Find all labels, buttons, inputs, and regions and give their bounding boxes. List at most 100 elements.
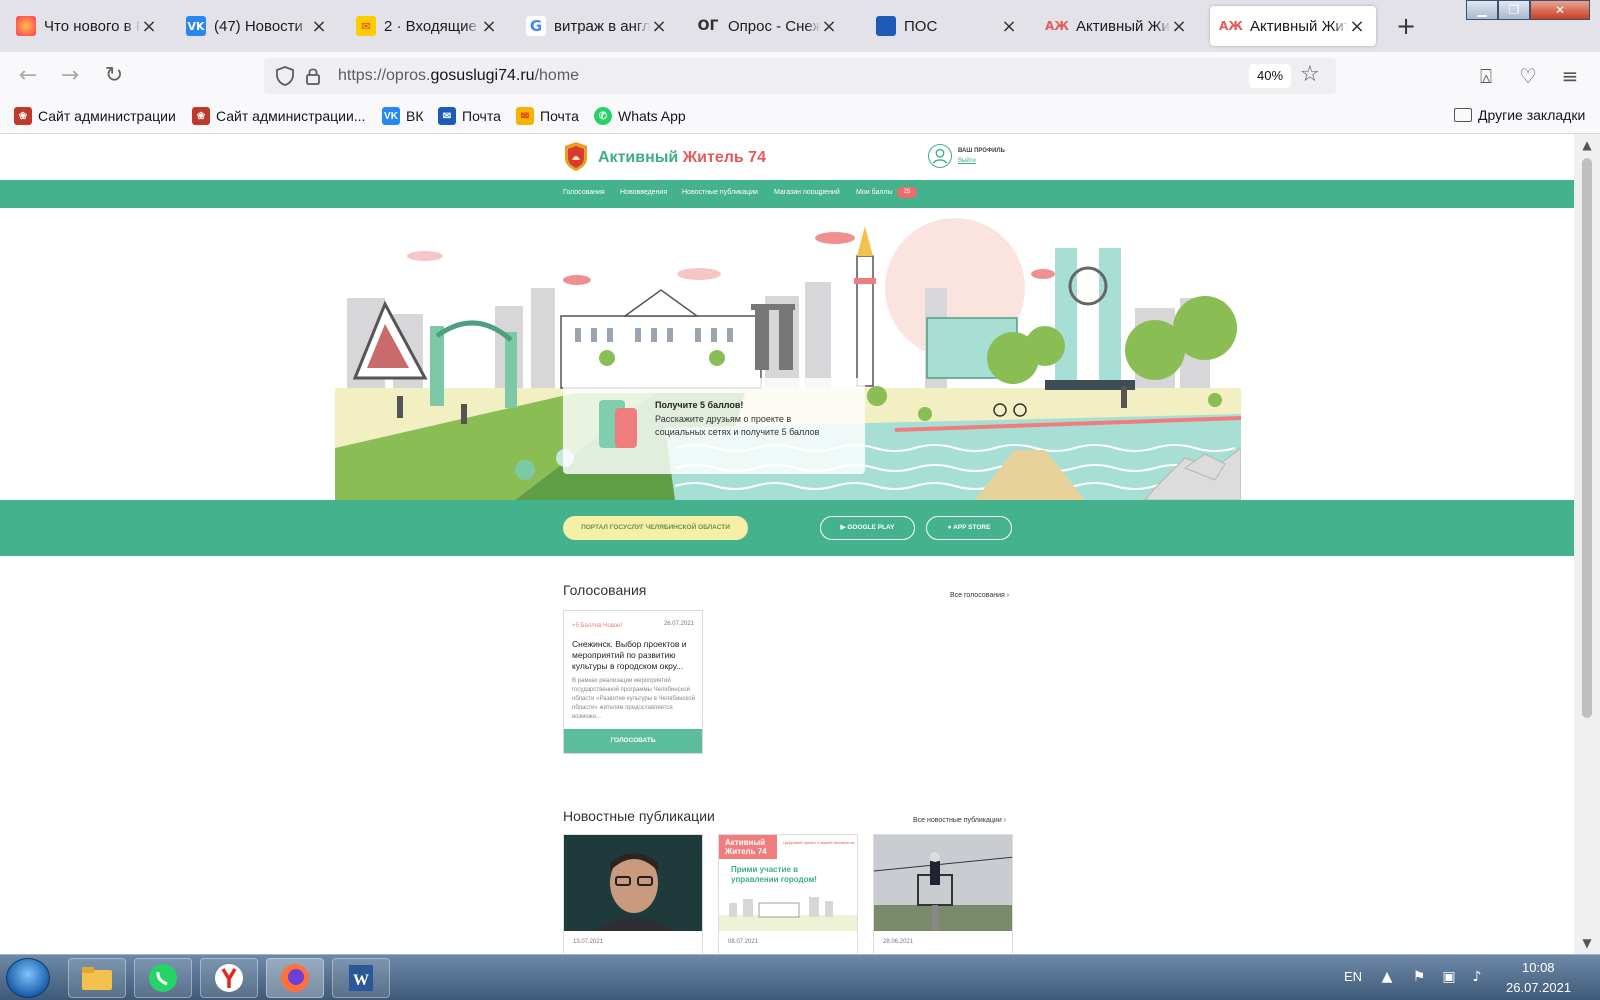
- tab-title: Активный Житель 74: [1076, 17, 1170, 35]
- taskbar-word[interactable]: W: [332, 958, 390, 998]
- close-window-button[interactable]: ✕: [1530, 0, 1590, 20]
- network-icon[interactable]: ▣: [1440, 969, 1458, 987]
- start-button[interactable]: [6, 958, 50, 998]
- phone-icon: [615, 408, 637, 448]
- zoom-level[interactable]: 40%: [1249, 64, 1291, 88]
- logout-link[interactable]: Выйти: [958, 158, 976, 164]
- tab-whats-new[interactable]: Что нового в Firefox ×: [6, 6, 168, 46]
- news-photo-lift: [874, 835, 1012, 931]
- google-play-button[interactable]: ▶ GOOGLE PLAY: [820, 516, 915, 540]
- vote-tag: +5 Баллов Новое!: [572, 623, 623, 629]
- back-button[interactable]: ←: [12, 60, 44, 92]
- shield-icon[interactable]: [274, 65, 296, 87]
- bookmark-vk[interactable]: VK ВК: [382, 107, 424, 125]
- action-center-flag-icon[interactable]: ⚑: [1410, 969, 1428, 987]
- taskbar-whatsapp[interactable]: [134, 958, 192, 998]
- close-icon[interactable]: ×: [1348, 16, 1366, 37]
- coat-of-arms-icon: ❀: [14, 107, 32, 125]
- coat-of-arms-icon: ❀: [192, 107, 210, 125]
- taskbar-yandex-browser[interactable]: [200, 958, 258, 998]
- promo-title: Получите 5 баллов!: [655, 400, 744, 410]
- word-icon: W: [349, 965, 373, 991]
- show-hidden-icons-icon[interactable]: ▲: [1378, 969, 1396, 987]
- hero-illustration: Получите 5 баллов! Расскажите друзьям о …: [335, 218, 1241, 500]
- url-text[interactable]: https://opros.gosuslugi74.ru/home: [338, 67, 579, 85]
- language-indicator[interactable]: EN: [1344, 969, 1362, 984]
- bookmark-admin-site[interactable]: ❀ Сайт администрации: [14, 107, 176, 125]
- all-votes-link[interactable]: Все голосования ›: [950, 592, 1009, 599]
- news-card[interactable]: 28.06.2021: [873, 834, 1013, 954]
- scroll-thumb[interactable]: [1582, 158, 1592, 718]
- extensions-icon[interactable]: ⍓: [1474, 64, 1498, 88]
- volume-icon[interactable]: ♪: [1468, 969, 1486, 987]
- clock-time[interactable]: 10:08: [1522, 960, 1555, 975]
- taskbar-firefox[interactable]: [266, 958, 324, 998]
- vote-card[interactable]: +5 Баллов Новое! 26.07.2021 Снежинск. Вы…: [563, 610, 703, 754]
- close-icon[interactable]: ×: [140, 16, 158, 37]
- page-scrollbar[interactable]: ▲ ▼: [1574, 134, 1600, 954]
- lock-icon[interactable]: [302, 65, 324, 87]
- news-card[interactable]: Активный Житель 74 Цифровой проект о ваше…: [718, 834, 858, 954]
- coat-of-arms-logo[interactable]: [562, 140, 590, 172]
- whatsapp-icon: [149, 964, 177, 992]
- bookmark-star-icon[interactable]: ☆: [1300, 62, 1320, 87]
- menu-news[interactable]: Новостные публикации: [682, 189, 758, 196]
- tab-pos[interactable]: ПОС ×: [866, 6, 1028, 46]
- tab-vk-news[interactable]: VK (47) Новости ×: [176, 6, 338, 46]
- vote-description: В рамках реализации мероприятий государс…: [572, 678, 695, 720]
- firefox-icon: [16, 16, 36, 36]
- folder-icon: [1454, 108, 1472, 122]
- profile-label[interactable]: ВАШ ПРОФИЛЬ: [958, 148, 1005, 154]
- close-icon[interactable]: ×: [1170, 16, 1188, 37]
- other-bookmarks[interactable]: Другие закладки: [1454, 107, 1585, 123]
- scroll-up-icon[interactable]: ▲: [1579, 138, 1595, 152]
- minimize-button[interactable]: ▁: [1466, 0, 1498, 20]
- menu-innovations[interactable]: Нововведения: [620, 189, 667, 196]
- vote-title[interactable]: Снежинск. Выбор проектов и мероприятий п…: [572, 639, 698, 672]
- news-card[interactable]: 13.07.2021: [563, 834, 703, 954]
- folder-icon: [82, 967, 112, 990]
- og-icon: ОГ: [697, 18, 719, 34]
- bookmark-admin-site-2[interactable]: ❀ Сайт администрации...: [192, 107, 365, 125]
- app-store-button[interactable]: ● APP STORE: [926, 516, 1012, 540]
- close-icon[interactable]: ×: [480, 16, 498, 37]
- scroll-down-icon[interactable]: ▼: [1579, 936, 1595, 950]
- bookmarks-toolbar: ❀ Сайт администрации ❀ Сайт администраци…: [0, 100, 1600, 134]
- tab-yandex-mail[interactable]: ✉ 2 · Входящие — Яндекс.Почта ×: [346, 6, 508, 46]
- address-bar[interactable]: https://opros.gosuslugi74.ru/home 40% ☆: [264, 58, 1336, 94]
- gosuslugi-portal-button[interactable]: ПОРТАЛ ГОСУСЛУГ ЧЕЛЯБИНСКОЙ ОБЛАСТИ: [563, 516, 748, 540]
- tab-opros[interactable]: ОГ Опрос - Снежинск ×: [686, 6, 848, 46]
- user-icon[interactable]: [928, 144, 952, 168]
- menu-my-points[interactable]: Мои баллы: [856, 189, 893, 196]
- reload-button[interactable]: ↻: [98, 60, 130, 92]
- menu-icon[interactable]: ≡: [1558, 64, 1582, 88]
- taskbar-explorer[interactable]: [68, 958, 126, 998]
- vote-button[interactable]: ГОЛОСОВАТЬ: [564, 729, 702, 753]
- close-icon[interactable]: ×: [650, 16, 668, 37]
- bookmark-mail[interactable]: ✉ Почта: [438, 107, 501, 125]
- menu-rewards-shop[interactable]: Магазин поощрений: [774, 189, 840, 196]
- bookmark-whatsapp[interactable]: ✆ Whats App: [594, 107, 686, 125]
- pocket-icon[interactable]: ♡: [1516, 64, 1540, 88]
- restore-button[interactable]: ❐: [1498, 0, 1530, 20]
- app-links-band: ПОРТАЛ ГОСУСЛУГ ЧЕЛЯБИНСКОЙ ОБЛАСТИ ▶ GO…: [0, 500, 1574, 556]
- new-tab-button[interactable]: +: [1392, 12, 1420, 40]
- points-badge: 25: [897, 187, 917, 198]
- share-promo-card[interactable]: Получите 5 баллов! Расскажите друзьям о …: [563, 378, 865, 474]
- all-news-link[interactable]: Все новостные публикации ›: [913, 817, 1006, 824]
- tab-active-resident[interactable]: АЖ Активный Житель 74 ×: [1036, 6, 1198, 46]
- close-icon[interactable]: ×: [310, 16, 328, 37]
- site-name[interactable]: Активный Житель 74: [598, 149, 766, 167]
- bookmark-yandex-mail[interactable]: ✉ Почта: [516, 107, 579, 125]
- clock-date[interactable]: 26.07.2021: [1506, 980, 1571, 995]
- news-heading: Новостные публикации: [563, 808, 715, 824]
- menu-votes[interactable]: Голосования: [563, 189, 605, 196]
- yandex-icon: [215, 964, 243, 992]
- close-icon[interactable]: ×: [820, 16, 838, 37]
- tab-active-resident-current[interactable]: АЖ Активный Житель 74 ×: [1210, 6, 1376, 46]
- tab-google-search[interactable]: G витраж в английском ×: [516, 6, 678, 46]
- forward-button[interactable]: →: [54, 60, 86, 92]
- mail-icon: ✉: [516, 107, 534, 125]
- close-icon[interactable]: ×: [1000, 16, 1018, 37]
- vk-icon: VK: [186, 16, 206, 36]
